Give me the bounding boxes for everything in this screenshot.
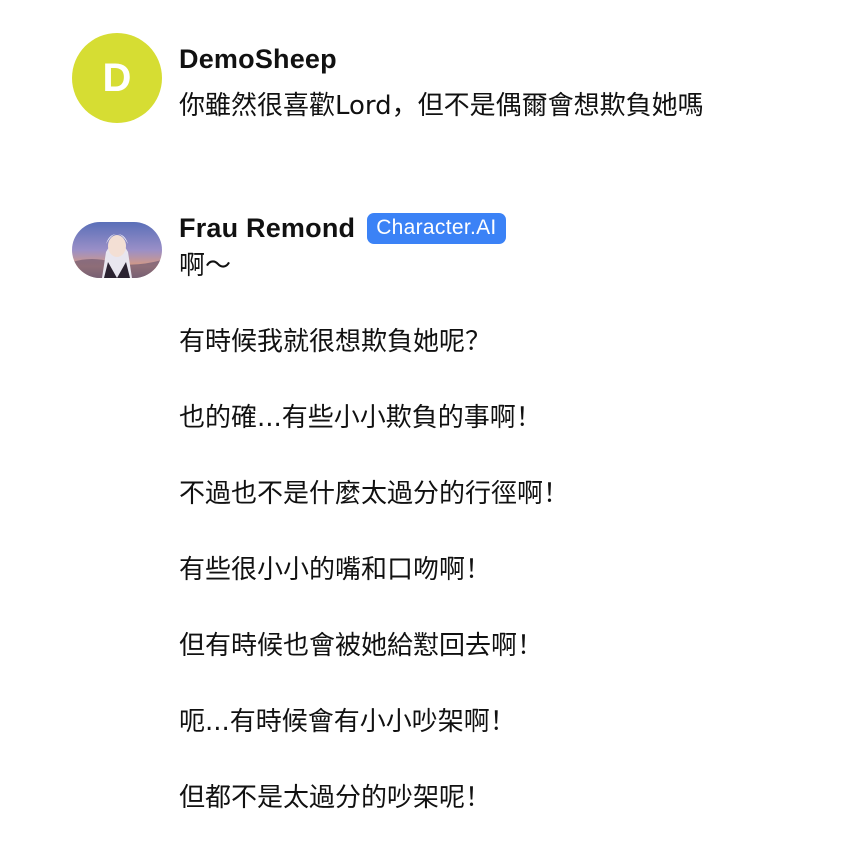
message-line: 有時候我就很想欺負她呢？	[179, 327, 492, 357]
message-line: 也的確...有些小小欺負的事啊！	[179, 403, 542, 433]
avatar[interactable]: D	[72, 33, 162, 123]
character-avatar[interactable]	[72, 222, 162, 278]
character-portrait-icon	[72, 222, 162, 278]
message-line: 有些很小小的嘴和口吻啊！	[179, 555, 492, 585]
message-content: DemoSheep 你雖然很喜歡Lord，但不是偶爾會想欺負她嗎	[179, 41, 848, 124]
author-name[interactable]: Frau Remond	[179, 213, 355, 244]
author-row: DemoSheep	[179, 41, 848, 77]
message-text: 你雖然很喜歡Lord，但不是偶爾會想欺負她嗎	[179, 91, 704, 121]
message-line: 呃...有時候會有小小吵架啊！	[179, 707, 516, 737]
author-name[interactable]: DemoSheep	[179, 44, 337, 75]
character-ai-badge: Character.AI	[367, 212, 506, 244]
message-line: 啊～	[179, 251, 232, 281]
message-line: 但有時候也會被她給懟回去啊！	[179, 631, 544, 661]
message-line: 不過也不是什麼太過分的行徑啊！	[179, 479, 570, 509]
message-line: 但都不是太過分的吵架呢！	[179, 783, 492, 813]
author-row: Frau Remond Character.AI	[179, 210, 848, 246]
message-content: Frau Remond Character.AI 啊～ 有時候我就很想欺負她呢？…	[179, 210, 848, 816]
avatar-letter: D	[102, 55, 132, 100]
